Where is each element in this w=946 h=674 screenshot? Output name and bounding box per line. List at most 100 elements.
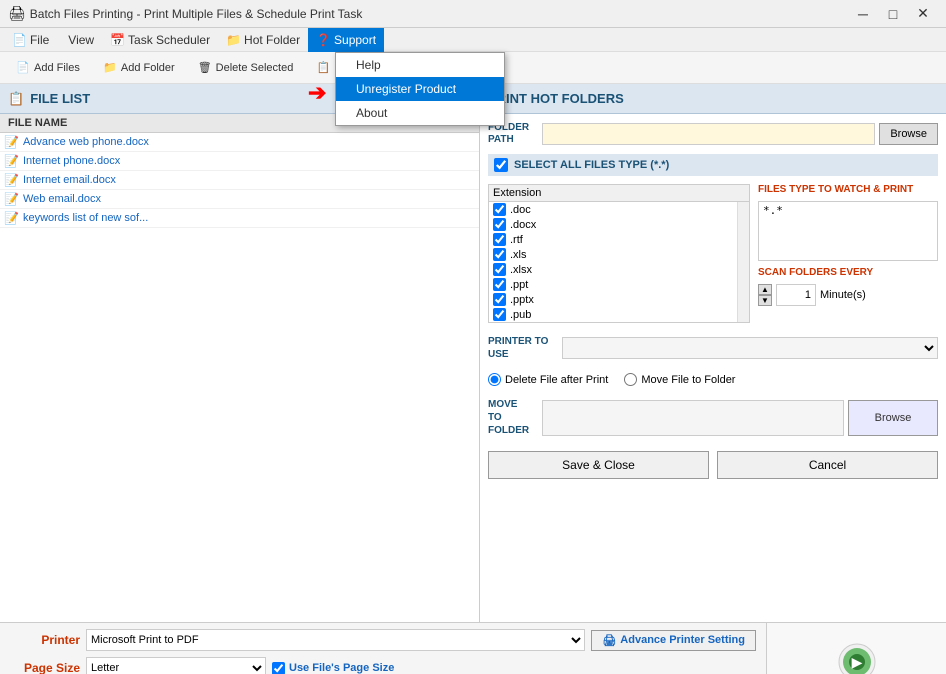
add-folder-icon: 📁 bbox=[102, 60, 118, 76]
advance-printer-icon: 🖨 bbox=[602, 634, 616, 647]
printer-settings-row: Printer Microsoft Print to PDF 🖨 Advance… bbox=[10, 629, 756, 651]
move-folder-row: MOVETOFOLDER Browse bbox=[488, 398, 938, 437]
delete-radio-item: Delete File after Print bbox=[488, 373, 608, 386]
minimize-button[interactable]: ─ bbox=[848, 3, 878, 25]
table-row[interactable]: 📝 Internet email.docx bbox=[0, 171, 479, 190]
page-size-select[interactable]: Letter bbox=[86, 657, 266, 674]
extension-scrollbar[interactable] bbox=[737, 202, 749, 322]
add-folder-button[interactable]: 📁 Add Folder bbox=[93, 55, 184, 81]
files-type-textarea[interactable] bbox=[758, 201, 938, 261]
select-all-row: SELECT ALL FILES TYPE (*.*) bbox=[488, 154, 938, 176]
delete-selected-button[interactable]: 🗑 Delete Selected bbox=[188, 55, 303, 81]
svg-text:▶: ▶ bbox=[851, 654, 862, 670]
ext-pptx-checkbox[interactable] bbox=[493, 293, 506, 306]
list-item: .xls bbox=[489, 247, 737, 262]
start-printing-button[interactable]: ▶ Start Printing bbox=[796, 632, 917, 674]
ext-xlsx-checkbox[interactable] bbox=[493, 263, 506, 276]
start-printing-area: ▶ Start Printing bbox=[766, 623, 946, 674]
move-folder-input[interactable] bbox=[542, 400, 844, 436]
printer-bottom-select[interactable]: Microsoft Print to PDF bbox=[86, 629, 585, 651]
file-doc-icon: 📝 bbox=[4, 154, 19, 168]
list-item: .docx bbox=[489, 217, 737, 232]
support-dropdown-menu: Help Unregister Product About bbox=[335, 52, 505, 126]
support-icon: ❓ bbox=[316, 33, 331, 47]
hot-folder-content: FOLDERPATH Browse SELECT ALL FILES TYPE … bbox=[480, 114, 946, 622]
menu-hot-folder[interactable]: 📁 Hot Folder bbox=[218, 28, 308, 52]
file-doc-icon: 📝 bbox=[4, 192, 19, 206]
table-row[interactable]: 📝 Advance web phone.docx bbox=[0, 133, 479, 152]
files-type-watch: FILES TYPE TO WATCH & PRINT SCAN FOLDERS… bbox=[758, 184, 938, 323]
advance-printer-button[interactable]: 🖨 Advance Printer Setting bbox=[591, 630, 756, 651]
file-icon: 📄 bbox=[12, 33, 27, 47]
use-files-page-size-checkbox: Use File's Page Size bbox=[272, 662, 394, 674]
scan-row: ▲ ▼ Minute(s) bbox=[758, 284, 938, 306]
page-size-row: Page Size Letter Use File's Page Size bbox=[10, 657, 756, 674]
ext-doc-checkbox[interactable] bbox=[493, 203, 506, 216]
title-bar-text: Batch Files Printing - Print Multiple Fi… bbox=[30, 7, 848, 21]
arrow-indicator: ➔ bbox=[308, 80, 326, 106]
printer-row: PRINTER TOUSE bbox=[488, 335, 938, 361]
extension-section: Extension .doc .docx .rtf .xls .xlsx .pp… bbox=[488, 184, 938, 323]
use-files-page-size-check[interactable] bbox=[272, 662, 285, 674]
file-list-panel: 📋 FILE LIST FILE NAME STATUS 📝 Advance w… bbox=[0, 84, 480, 622]
table-row[interactable]: 📝 Web email.docx bbox=[0, 190, 479, 209]
list-item: .ppt bbox=[489, 277, 737, 292]
spin-container: ▲ ▼ bbox=[758, 284, 772, 306]
move-file-radio[interactable] bbox=[624, 373, 637, 386]
extension-list: .doc .docx .rtf .xls .xlsx .ppt .pptx .p… bbox=[489, 202, 737, 322]
ext-docx-checkbox[interactable] bbox=[493, 218, 506, 231]
file-doc-icon: 📝 bbox=[4, 173, 19, 187]
files-type-label: FILES TYPE TO WATCH & PRINT bbox=[758, 184, 938, 195]
list-item: .doc bbox=[489, 202, 737, 217]
menu-unregister-item[interactable]: Unregister Product bbox=[336, 77, 504, 101]
hot-folder-header: PRINT HOT FOLDERS bbox=[480, 84, 946, 114]
bottom-left: Printer Microsoft Print to PDF 🖨 Advance… bbox=[0, 623, 766, 674]
empty-icon: 📋 bbox=[315, 60, 331, 76]
folder-path-row: FOLDERPATH Browse bbox=[488, 122, 938, 146]
table-row[interactable]: 📝 keywords list of new sof... bbox=[0, 209, 479, 228]
radio-row: Delete File after Print Move File to Fol… bbox=[488, 373, 938, 386]
add-files-icon: 📄 bbox=[15, 60, 31, 76]
menu-file[interactable]: 📄 File bbox=[4, 28, 57, 52]
page-size-label: Page Size bbox=[10, 661, 80, 674]
task-icon: 📅 bbox=[110, 33, 125, 47]
save-close-button[interactable]: Save & Close bbox=[488, 451, 709, 479]
delete-file-radio[interactable] bbox=[488, 373, 501, 386]
menu-task-scheduler[interactable]: 📅 Task Scheduler bbox=[102, 28, 218, 52]
col-name-header: FILE NAME bbox=[4, 117, 355, 129]
select-all-checkbox[interactable] bbox=[494, 158, 508, 172]
printer-bottom-label: Printer bbox=[10, 633, 80, 647]
scan-value-input[interactable] bbox=[776, 284, 816, 306]
file-doc-icon: 📝 bbox=[4, 211, 19, 225]
table-row[interactable]: 📝 Internet phone.docx bbox=[0, 152, 479, 171]
ext-rtf-checkbox[interactable] bbox=[493, 233, 506, 246]
list-item: .pptx bbox=[489, 292, 737, 307]
delete-icon: 🗑 bbox=[197, 60, 213, 76]
spin-down-button[interactable]: ▼ bbox=[758, 295, 772, 306]
printer-select[interactable] bbox=[562, 337, 938, 359]
menu-help-item[interactable]: Help bbox=[336, 53, 504, 77]
extension-list-header: Extension bbox=[489, 185, 749, 202]
list-item: .pub bbox=[489, 307, 737, 322]
main-area: 📋 FILE LIST FILE NAME STATUS 📝 Advance w… bbox=[0, 84, 946, 622]
hot-folder-icon: 📁 bbox=[226, 33, 241, 47]
menu-about-item[interactable]: About bbox=[336, 101, 504, 125]
printer-label: PRINTER TOUSE bbox=[488, 335, 558, 361]
spin-up-button[interactable]: ▲ bbox=[758, 284, 772, 295]
ext-ppt-checkbox[interactable] bbox=[493, 278, 506, 291]
folder-browse-button[interactable]: Browse bbox=[879, 123, 938, 145]
add-files-button[interactable]: 📄 Add Files bbox=[6, 55, 89, 81]
menu-support[interactable]: ❓ Support bbox=[308, 28, 384, 52]
menu-view[interactable]: View bbox=[57, 28, 102, 52]
move-folder-browse-button[interactable]: Browse bbox=[848, 400, 938, 436]
close-button[interactable]: ✕ bbox=[908, 3, 938, 25]
ext-xls-checkbox[interactable] bbox=[493, 248, 506, 261]
ext-pub-checkbox[interactable] bbox=[493, 308, 506, 321]
save-cancel-row: Save & Close Cancel bbox=[488, 451, 938, 479]
move-folder-label: MOVETOFOLDER bbox=[488, 398, 538, 437]
maximize-button[interactable]: □ bbox=[878, 3, 908, 25]
cancel-button[interactable]: Cancel bbox=[717, 451, 938, 479]
move-radio-item: Move File to Folder bbox=[624, 373, 735, 386]
folder-path-input[interactable] bbox=[542, 123, 875, 145]
title-bar: 🖨 Batch Files Printing - Print Multiple … bbox=[0, 0, 946, 28]
